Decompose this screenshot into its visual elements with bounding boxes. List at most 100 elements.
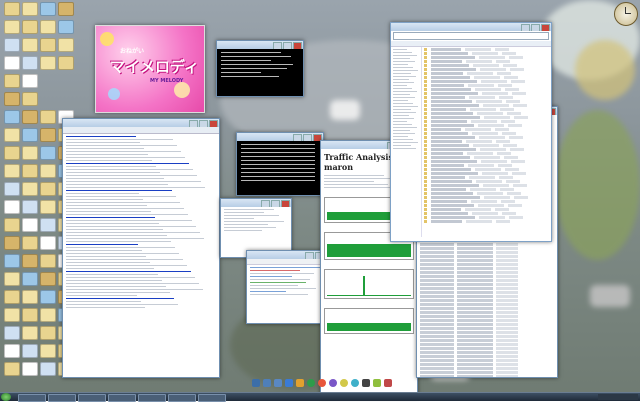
folder-icon[interactable]: [22, 344, 38, 358]
folder-icon[interactable]: [22, 128, 38, 142]
app-icon[interactable]: [40, 308, 56, 322]
app-icon[interactable]: [4, 128, 20, 142]
list-item[interactable]: [424, 188, 549, 191]
folder-icon[interactable]: [22, 92, 38, 106]
table-row[interactable]: [420, 243, 554, 246]
folder-icon[interactable]: [22, 56, 38, 70]
folder-icon[interactable]: [22, 20, 38, 34]
folder-icon[interactable]: [22, 236, 38, 250]
app-icon[interactable]: [307, 379, 315, 387]
folder-icon[interactable]: [40, 326, 56, 340]
app-icon[interactable]: [40, 164, 56, 178]
folder-icon[interactable]: [40, 110, 56, 124]
folder-icon[interactable]: [40, 290, 56, 304]
folder-icon[interactable]: [22, 164, 38, 178]
music-icon[interactable]: [296, 379, 304, 387]
table-row[interactable]: [420, 247, 554, 250]
app-icon[interactable]: [329, 379, 337, 387]
taskbar-button[interactable]: [78, 394, 106, 402]
table-row[interactable]: [420, 359, 554, 362]
document-icon[interactable]: [22, 38, 38, 52]
browser-icon[interactable]: [318, 379, 326, 387]
list-item[interactable]: [424, 180, 549, 183]
document-icon[interactable]: [22, 254, 38, 268]
folder-icon[interactable]: [4, 254, 20, 268]
list-item[interactable]: [424, 68, 549, 71]
taskbar-button[interactable]: [48, 394, 76, 402]
app-icon[interactable]: [22, 74, 38, 88]
list-item[interactable]: [424, 92, 549, 95]
table-row[interactable]: [420, 307, 554, 310]
browser-toolbar[interactable]: [63, 127, 219, 134]
folder-icon[interactable]: [252, 379, 260, 387]
list-item[interactable]: [424, 104, 549, 107]
list-item[interactable]: [424, 160, 549, 163]
table-row[interactable]: [420, 375, 554, 377]
taskbar-button[interactable]: [108, 394, 136, 402]
terminal-titlebar[interactable]: [217, 41, 303, 49]
table-row[interactable]: [420, 347, 554, 350]
address-bar[interactable]: [393, 32, 549, 40]
app-icon[interactable]: [340, 379, 348, 387]
table-row[interactable]: [420, 327, 554, 330]
table-row[interactable]: [420, 263, 554, 266]
list-item[interactable]: [424, 216, 549, 219]
list-item[interactable]: [424, 220, 549, 223]
folder-icon[interactable]: [40, 38, 56, 52]
list-item[interactable]: [424, 172, 549, 175]
document-icon[interactable]: [40, 128, 56, 142]
list-item[interactable]: [424, 196, 549, 199]
folder-icon[interactable]: [4, 362, 20, 376]
table-row[interactable]: [420, 363, 554, 366]
image-viewer-window[interactable]: おねがい マイメロディ MY MELODY: [95, 25, 205, 113]
document-icon[interactable]: [22, 182, 38, 196]
table-row[interactable]: [420, 367, 554, 370]
editor-window-1[interactable]: [220, 198, 292, 258]
folder-icon[interactable]: [4, 110, 20, 124]
taskbar-button[interactable]: [138, 394, 166, 402]
editor-titlebar[interactable]: [221, 199, 291, 207]
table-row[interactable]: [420, 299, 554, 302]
table-row[interactable]: [420, 339, 554, 342]
list-item[interactable]: [424, 184, 549, 187]
table-row[interactable]: [420, 343, 554, 346]
list-item[interactable]: [424, 100, 549, 103]
folder-icon[interactable]: [22, 308, 38, 322]
list-item[interactable]: [424, 200, 549, 203]
list-item[interactable]: [424, 128, 549, 131]
folder-icon[interactable]: [40, 182, 56, 196]
document-icon[interactable]: [40, 272, 56, 286]
list-item[interactable]: [424, 152, 549, 155]
app-icon[interactable]: [40, 236, 56, 250]
folder-icon[interactable]: [40, 254, 56, 268]
folder-icon[interactable]: [40, 146, 56, 160]
browser-titlebar[interactable]: [63, 119, 219, 127]
folder-icon[interactable]: [4, 74, 20, 88]
browser-window[interactable]: [62, 118, 220, 378]
document-icon[interactable]: [4, 236, 20, 250]
document-icon[interactable]: [22, 326, 38, 340]
document-icon[interactable]: [4, 92, 20, 106]
table-row[interactable]: [420, 319, 554, 322]
folder-icon[interactable]: [4, 218, 20, 232]
table-row[interactable]: [420, 303, 554, 306]
document-icon[interactable]: [40, 200, 56, 214]
list-item[interactable]: [424, 212, 549, 215]
folder-icon[interactable]: [58, 20, 74, 34]
list-item[interactable]: [424, 72, 549, 75]
list-item[interactable]: [424, 80, 549, 83]
app-icon[interactable]: [285, 379, 293, 387]
folder-icon[interactable]: [4, 38, 20, 52]
folder-icon[interactable]: [4, 326, 20, 340]
list-item[interactable]: [424, 204, 549, 207]
app-icon[interactable]: [373, 379, 381, 387]
table-row[interactable]: [420, 275, 554, 278]
table-row[interactable]: [420, 271, 554, 274]
taskbar-button[interactable]: [168, 394, 196, 402]
table-row[interactable]: [420, 279, 554, 282]
terminal-window-1[interactable]: [216, 40, 304, 97]
app-icon[interactable]: [4, 344, 20, 358]
list-item[interactable]: [424, 48, 549, 51]
taskbar-button[interactable]: [18, 394, 46, 402]
document-icon[interactable]: [4, 20, 20, 34]
